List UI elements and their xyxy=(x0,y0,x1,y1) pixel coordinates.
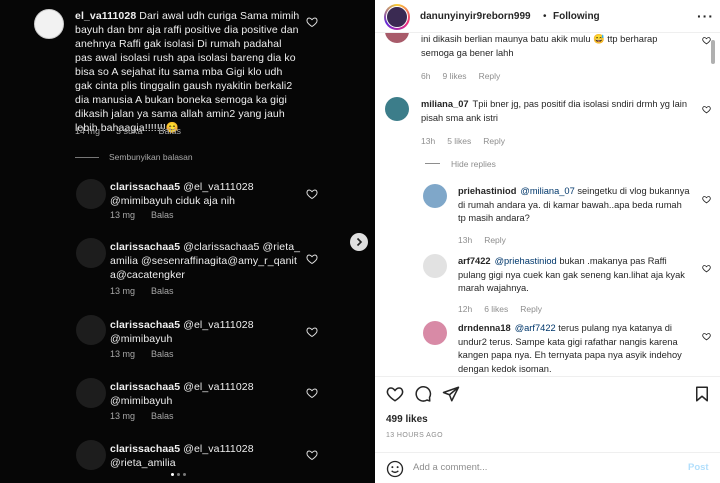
heart-icon[interactable] xyxy=(306,188,318,200)
scrollbar[interactable] xyxy=(711,40,715,370)
comment-meta: 14 mg 3 suka Balas xyxy=(75,126,182,136)
heart-icon[interactable] xyxy=(702,105,711,114)
main-comment: el_va111028 Dari awal udh curiga Sama mi… xyxy=(75,9,300,135)
heart-icon[interactable] xyxy=(702,332,711,341)
mention-link: @arf7422 xyxy=(514,323,556,333)
more-options-icon[interactable]: ··· xyxy=(697,8,714,24)
reply-avatar[interactable] xyxy=(423,184,447,208)
post-timestamp: 13 HOURS AGO xyxy=(386,432,443,439)
reply-button: Reply xyxy=(484,235,506,245)
reply-avatar[interactable] xyxy=(423,321,447,345)
heart-icon[interactable] xyxy=(702,36,711,45)
reply-username: priehastiniod xyxy=(458,186,517,196)
next-slide-button[interactable] xyxy=(350,233,368,251)
separator-dot: • xyxy=(543,11,547,22)
chevron-right-icon xyxy=(356,237,363,247)
comment-meta: 13h 5 likes Reply xyxy=(421,136,506,146)
comment-username: miliana_07 xyxy=(421,99,469,109)
hide-replies-button[interactable]: Sembunyikan balasan xyxy=(109,152,193,162)
reply-avatar[interactable] xyxy=(423,254,447,278)
comment-meta: 6h 9 likes Reply xyxy=(421,71,501,81)
comment-text: Dari awal udh curiga Sama mimih bayuh da… xyxy=(75,10,300,134)
author-avatar[interactable] xyxy=(384,4,410,30)
following-button[interactable]: Following xyxy=(553,11,600,22)
reply-meta: 13h Reply xyxy=(458,235,506,245)
comment-text: miliana_07 Tpii bner jg, pas positif dia … xyxy=(421,99,687,123)
like-heart-icon[interactable] xyxy=(386,385,404,403)
emoji-icon[interactable] xyxy=(386,460,404,478)
reply-username: drndenna18 xyxy=(458,323,511,333)
reply-meta: 13 mg Balas xyxy=(110,349,174,359)
reply-comment: clarissachaa5 @clarissachaa5 @rieta_amil… xyxy=(110,241,301,281)
divider xyxy=(75,157,99,158)
reply-button: Reply xyxy=(520,304,543,314)
mention-link: @priehastiniod xyxy=(494,256,557,266)
share-paper-plane-icon[interactable] xyxy=(442,385,460,403)
reply-comment: clarissachaa5 @el_va111028 @mimibayuh xyxy=(110,381,254,407)
author-username[interactable]: danunyinyir9reborn999 xyxy=(420,11,531,22)
reply-meta: 13 mg Balas xyxy=(110,411,174,421)
comment-text: ini dikasih berlian maunya batu akik mul… xyxy=(421,34,658,58)
reply-avatar[interactable] xyxy=(76,378,106,408)
comment-bubble-icon[interactable] xyxy=(414,385,432,403)
reply-avatar[interactable] xyxy=(76,315,106,345)
comment-avatar[interactable] xyxy=(385,33,409,43)
reply-comment: clarissachaa5 @el_va111028 @mimibayuh xyxy=(110,319,254,345)
post-button[interactable]: Post xyxy=(688,462,709,473)
reply-avatar[interactable] xyxy=(76,440,106,470)
reply-meta: 13 mg Balas xyxy=(110,286,174,296)
reply-button: Reply xyxy=(483,136,506,146)
add-comment-bar: Post xyxy=(375,452,720,483)
comment-avatar[interactable] xyxy=(385,97,409,121)
reply-username: arf7422 xyxy=(458,256,491,266)
heart-icon[interactable] xyxy=(306,16,318,28)
mention-link: @miliana_07 xyxy=(520,186,575,196)
comments-list[interactable]: ini dikasih berlian maunya batu akik mul… xyxy=(375,33,720,376)
reply-button: Reply xyxy=(478,71,501,81)
bookmark-icon[interactable] xyxy=(693,385,711,403)
heart-icon[interactable] xyxy=(306,326,318,338)
divider xyxy=(425,163,440,164)
commenter-avatar[interactable] xyxy=(34,9,64,39)
heart-icon[interactable] xyxy=(702,264,711,273)
reply-text: drndenna18 @arf7422 terus pulang nya kata… xyxy=(458,323,682,374)
carousel-dots xyxy=(171,473,186,476)
reply-link: Balas xyxy=(158,126,182,136)
reply-comment: clarissachaa5 @el_va111028 @rieta_amilia xyxy=(110,443,254,469)
heart-icon[interactable] xyxy=(306,387,318,399)
scrollbar-thumb[interactable] xyxy=(711,40,715,64)
reply-avatar[interactable] xyxy=(76,238,106,268)
heart-icon[interactable] xyxy=(702,195,711,204)
reply-text: arf7422 @priehastiniod bukan .makanya pas… xyxy=(458,256,685,293)
reply-text: priehastiniod @miliana_07 seingetku di vl… xyxy=(458,186,690,223)
comment-username: el_va111028 xyxy=(75,10,137,22)
likes-count[interactable]: 499 likes xyxy=(386,414,428,425)
comments-panel: danunyinyir9reborn999 • Following ··· in… xyxy=(375,0,720,483)
heart-icon[interactable] xyxy=(306,449,318,461)
post-header: danunyinyir9reborn999 • Following ··· xyxy=(375,0,720,33)
reply-comment: clarissachaa5 @el_va111028 @mimibayuh ci… xyxy=(110,181,254,207)
likes-count: 5 likes xyxy=(447,136,472,146)
likes-count: 9 likes xyxy=(442,71,467,81)
hide-replies-button[interactable]: Hide replies xyxy=(451,159,496,169)
post-actions xyxy=(375,376,720,412)
comment-input[interactable] xyxy=(413,462,673,473)
reply-meta: 12h 6 likes Reply xyxy=(458,304,543,314)
reply-meta: 13 mg Balas xyxy=(110,210,174,220)
reply-avatar[interactable] xyxy=(76,179,106,209)
post-image: el_va111028 Dari awal udh curiga Sama mi… xyxy=(0,0,375,483)
likes-count: 6 likes xyxy=(484,304,509,314)
heart-icon[interactable] xyxy=(306,253,318,265)
